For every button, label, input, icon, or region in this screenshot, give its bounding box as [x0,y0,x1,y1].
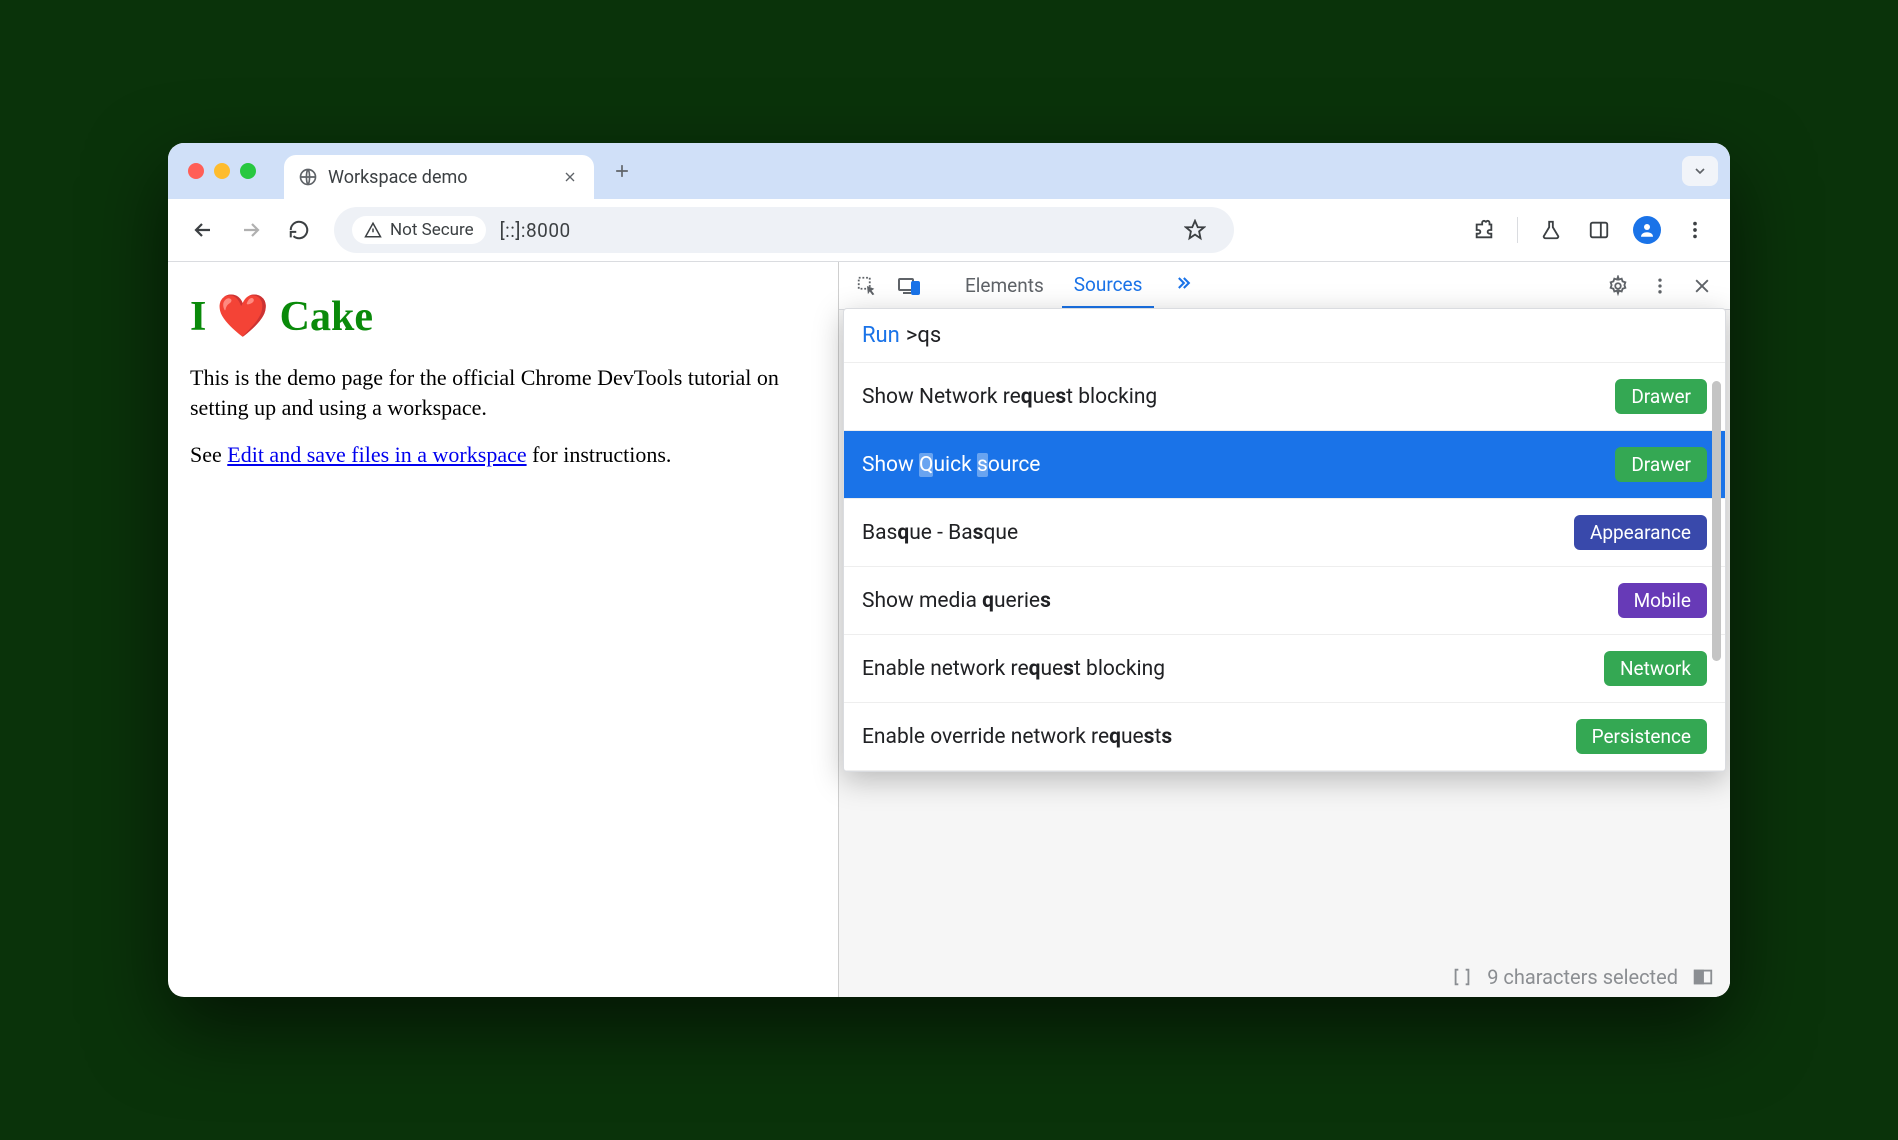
gear-icon [1607,275,1629,297]
inspect-icon [856,275,878,297]
command-item-badge: Mobile [1618,583,1707,618]
page-viewport: I ❤️ Cake This is the demo page for the … [168,262,838,997]
minimize-window-button[interactable] [214,163,230,179]
star-icon [1184,219,1206,241]
command-input[interactable]: Run >qs [844,309,1725,363]
tab-strip: Workspace demo [168,143,1730,199]
warning-icon [364,221,382,239]
reload-button[interactable] [278,209,320,251]
url-text: [::]:8000 [500,219,571,242]
flask-icon [1540,219,1562,241]
command-item[interactable]: Enable override network requests Persiste… [844,703,1725,771]
dots-vertical-icon [1684,219,1706,241]
status-text: 9 characters selected [1487,965,1678,989]
content-area: I ❤️ Cake This is the demo page for the … [168,261,1730,997]
side-panel-button[interactable] [1578,209,1620,251]
command-item-badge: Drawer [1615,447,1707,482]
devtools-status-bar: 9 characters selected [1451,965,1714,989]
inspect-element-button[interactable] [849,268,885,304]
command-item[interactable]: Show Quick source Drawer [844,431,1725,499]
devtools-tab-elements[interactable]: Elements [953,262,1056,309]
devtools-menu-button[interactable] [1642,268,1678,304]
command-menu: Run >qs Show Network request blocking Dra… [843,308,1726,772]
close-tab-icon[interactable] [562,169,578,185]
command-item-badge: Persistence [1576,719,1707,754]
command-list[interactable]: Show Network request blockingDrawerShow … [844,363,1725,771]
run-label: Run [862,323,900,348]
coverage-icon [1692,966,1714,988]
plus-icon [612,161,632,181]
person-icon [1638,221,1656,239]
command-item-label: Enable override network requests [862,725,1562,749]
chevrons-right-icon [1170,273,1196,293]
security-chip[interactable]: Not Secure [352,216,486,244]
devtools-settings-button[interactable] [1600,268,1636,304]
close-window-button[interactable] [188,163,204,179]
arrow-right-icon [239,218,263,242]
command-item[interactable]: Show media queries Mobile [844,567,1725,635]
devtools-panel: Elements Sources [838,262,1730,997]
devtools-tabstrip: Elements Sources [839,262,1730,310]
browser-toolbar: Not Secure [::]:8000 [168,199,1730,261]
command-item[interactable]: Show Network request blocking Drawer [844,363,1725,431]
device-toolbar-button[interactable] [891,268,927,304]
window-controls [188,163,256,179]
browser-menu-button[interactable] [1674,209,1716,251]
extensions-button[interactable] [1463,209,1505,251]
avatar [1633,216,1661,244]
browser-tab[interactable]: Workspace demo [284,155,594,199]
address-bar[interactable]: Not Secure [::]:8000 [334,207,1234,253]
devtools-close-button[interactable] [1684,268,1720,304]
command-item-label: Show media queries [862,589,1604,613]
security-label: Not Secure [390,220,474,240]
bookmark-button[interactable] [1174,209,1216,251]
page-heading: I ❤️ Cake [190,292,816,341]
brackets-icon [1451,966,1473,988]
toolbar-divider [1517,217,1518,243]
tutorial-link[interactable]: Edit and save files in a workspace [227,442,526,467]
scrollbar-thumb[interactable] [1712,381,1721,661]
command-item-label: Show Network request blocking [862,385,1601,409]
command-item-badge: Appearance [1574,515,1707,550]
close-icon [1692,276,1712,296]
forward-button[interactable] [230,209,272,251]
back-button[interactable] [182,209,224,251]
command-item-badge: Network [1604,651,1707,686]
profile-button[interactable] [1626,209,1668,251]
labs-button[interactable] [1530,209,1572,251]
command-item-label: Basque - Basque [862,521,1560,545]
devtools-more-tabs[interactable] [1160,273,1206,299]
panel-icon [1588,219,1610,241]
tab-title: Workspace demo [328,167,468,188]
command-item-label: Show Quick source [862,453,1601,477]
command-item[interactable]: Enable network request blocking Network [844,635,1725,703]
command-item-label: Enable network request blocking [862,657,1590,681]
page-paragraph: This is the demo page for the official C… [190,363,816,422]
page-paragraph: See Edit and save files in a workspace f… [190,440,816,470]
tabs-dropdown-button[interactable] [1682,156,1718,186]
fullscreen-window-button[interactable] [240,163,256,179]
browser-window: Workspace demo Not Secure [::]:8000 [168,143,1730,997]
command-item[interactable]: Basque - Basque Appearance [844,499,1725,567]
globe-icon [298,167,318,187]
dots-vertical-icon [1650,276,1670,296]
new-tab-button[interactable] [604,153,640,189]
reload-icon [288,219,310,241]
puzzle-icon [1473,219,1495,241]
command-item-badge: Drawer [1615,379,1707,414]
devices-icon [897,274,921,298]
arrow-left-icon [191,218,215,242]
devtools-tab-sources[interactable]: Sources [1062,262,1155,309]
chevron-down-icon [1692,163,1708,179]
